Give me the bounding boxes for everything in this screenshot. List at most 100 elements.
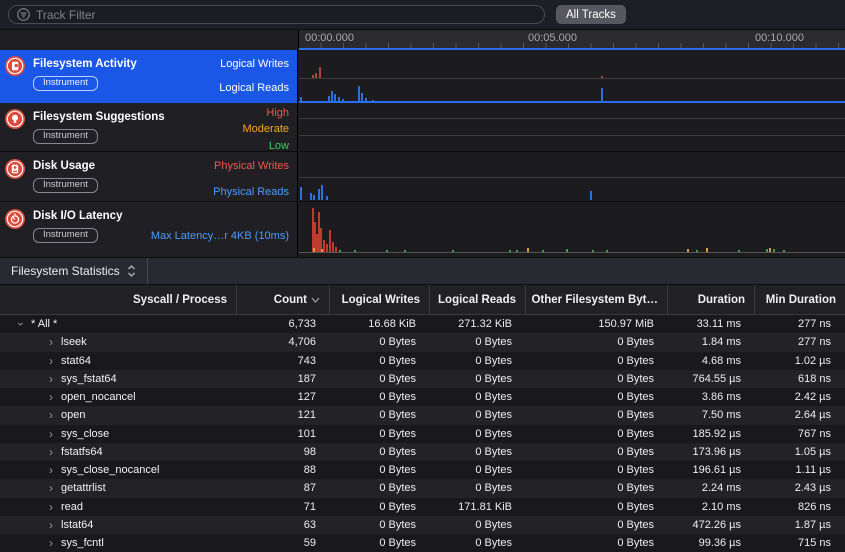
- syscall-cell: sys_fstat64: [0, 373, 237, 385]
- value-cell: 0 Bytes: [430, 336, 526, 348]
- value-cell: 187: [237, 373, 330, 385]
- chart-bar: [319, 67, 321, 78]
- table-row[interactable]: read710 Bytes171.81 KiB0 Bytes2.10 ms826…: [0, 498, 845, 516]
- table-row[interactable]: sys_close_nocancel880 Bytes0 Bytes0 Byte…: [0, 461, 845, 479]
- chart-bar: [404, 250, 406, 252]
- disclosure-collapsed-icon[interactable]: [46, 428, 56, 440]
- value-cell: 1.11 µs: [755, 464, 845, 476]
- table-row[interactable]: stat647430 Bytes0 Bytes0 Bytes4.68 ms1.0…: [0, 352, 845, 370]
- table-row[interactable]: fstatfs64980 Bytes0 Bytes0 Bytes173.96 µ…: [0, 443, 845, 461]
- disclosure-collapsed-icon[interactable]: [46, 519, 56, 531]
- table-row[interactable]: lseek4,7060 Bytes0 Bytes0 Bytes1.84 ms27…: [0, 333, 845, 351]
- syscall-name: * All *: [31, 318, 57, 330]
- value-cell: 0 Bytes: [330, 428, 430, 440]
- chart-bar: [601, 76, 603, 78]
- instrument-badge: Instrument: [33, 178, 98, 193]
- disclosure-collapsed-icon[interactable]: [46, 355, 56, 367]
- track-disk-usage[interactable]: Disk Usage Instrument Physical Writes Ph…: [0, 152, 845, 202]
- disk-io-latency-chart[interactable]: [299, 202, 845, 258]
- chart-bar: [601, 88, 603, 102]
- up-down-chevron-icon: [127, 265, 136, 277]
- syscall-cell: fstatfs64: [0, 446, 237, 458]
- disclosure-collapsed-icon[interactable]: [46, 482, 56, 494]
- chart-bar: [590, 191, 592, 200]
- chart-bar: [687, 249, 689, 252]
- instruments-window: Track Filter All Tracks 00:00.000 00:05.…: [0, 0, 845, 552]
- column-header-logical-reads[interactable]: Logical Reads: [430, 285, 526, 314]
- value-cell: 88: [237, 464, 330, 476]
- disclosure-collapsed-icon[interactable]: [46, 409, 56, 421]
- table-row[interactable]: sys_fstat641870 Bytes0 Bytes0 Bytes764.5…: [0, 370, 845, 388]
- table-row[interactable]: sys_fcntl590 Bytes0 Bytes0 Bytes99.36 µs…: [0, 534, 845, 552]
- column-header-syscall-process[interactable]: Syscall / Process: [0, 285, 237, 314]
- value-cell: 0 Bytes: [526, 446, 668, 458]
- value-cell: 4.68 ms: [668, 355, 755, 367]
- chart-bar: [335, 247, 337, 252]
- disclosure-collapsed-icon[interactable]: [46, 336, 56, 348]
- syscall-name: lseek: [61, 336, 87, 348]
- table-row[interactable]: lstat64630 Bytes0 Bytes0 Bytes472.26 µs1…: [0, 516, 845, 534]
- chart-bar: [372, 100, 374, 102]
- disclosure-collapsed-icon[interactable]: [46, 464, 56, 476]
- statistics-selector[interactable]: Filesystem Statistics: [0, 258, 148, 284]
- value-cell: 59: [237, 537, 330, 549]
- value-cell: 618 ns: [755, 373, 845, 385]
- table-row[interactable]: open_nocancel1270 Bytes0 Bytes0 Bytes3.8…: [0, 388, 845, 406]
- disclosure-collapsed-icon[interactable]: [46, 446, 56, 458]
- chart-bar: [738, 250, 740, 252]
- disk-usage-chart[interactable]: [299, 152, 845, 202]
- disclosure-collapsed-icon[interactable]: [46, 373, 56, 385]
- column-header-duration[interactable]: Duration: [668, 285, 755, 314]
- chart-bar: [321, 249, 323, 252]
- value-cell: 99.36 µs: [668, 537, 755, 549]
- legend-logical-reads: Logical Reads: [219, 82, 289, 94]
- value-cell: 0 Bytes: [526, 428, 668, 440]
- filesystem-suggestions-chart[interactable]: [299, 103, 845, 152]
- detail-pane-toolbar: Filesystem Statistics: [0, 258, 845, 285]
- table-row[interactable]: * All *6,73316.68 KiB271.32 KiB150.97 Mi…: [0, 315, 845, 333]
- track-header[interactable]: Disk I/O Latency Instrument Max Latency……: [0, 202, 298, 258]
- filesystem-activity-chart[interactable]: [299, 50, 845, 103]
- disclosure-expanded-icon[interactable]: [15, 319, 27, 329]
- value-cell: 767 ns: [755, 428, 845, 440]
- syscall-cell: * All *: [0, 318, 237, 330]
- column-header-other-filesystem-bytes[interactable]: Other Filesystem Byt…: [526, 285, 668, 314]
- chart-bar: [332, 242, 334, 252]
- track-filesystem-activity[interactable]: Filesystem Activity Instrument Logical W…: [0, 50, 845, 103]
- disclosure-collapsed-icon[interactable]: [46, 537, 56, 549]
- value-cell: 185.92 µs: [668, 428, 755, 440]
- value-cell: 0 Bytes: [430, 482, 526, 494]
- value-cell: 0 Bytes: [526, 336, 668, 348]
- value-cell: 0 Bytes: [526, 355, 668, 367]
- chart-bar: [766, 249, 768, 252]
- track-filesystem-suggestions[interactable]: Filesystem Suggestions Instrument High M…: [0, 103, 845, 152]
- legend-low: Low: [269, 140, 289, 152]
- disclosure-collapsed-icon[interactable]: [46, 391, 56, 403]
- table-row[interactable]: getattrlist870 Bytes0 Bytes0 Bytes2.24 m…: [0, 479, 845, 497]
- time-ruler[interactable]: 00:00.000 00:05.000 00:10.000: [299, 30, 845, 48]
- track-disk-io-latency[interactable]: Disk I/O Latency Instrument Max Latency……: [0, 202, 845, 258]
- all-tracks-button[interactable]: All Tracks: [556, 5, 626, 24]
- table-row[interactable]: sys_close1010 Bytes0 Bytes0 Bytes185.92 …: [0, 425, 845, 443]
- value-cell: 2.42 µs: [755, 391, 845, 403]
- chart-bar: [606, 250, 608, 252]
- table-row[interactable]: open1210 Bytes0 Bytes0 Bytes7.50 ms2.64 …: [0, 406, 845, 424]
- chart-bar: [334, 94, 336, 102]
- chart-bar: [516, 250, 518, 252]
- track-header[interactable]: Filesystem Activity Instrument Logical W…: [0, 50, 298, 103]
- disclosure-collapsed-icon[interactable]: [46, 501, 56, 513]
- chart-bar: [566, 249, 568, 252]
- value-cell: 826 ns: [755, 501, 845, 513]
- track-header[interactable]: Disk Usage Instrument Physical Writes Ph…: [0, 152, 298, 202]
- lane-divider: [299, 118, 845, 119]
- value-cell: 271.32 KiB: [430, 318, 526, 330]
- track-header[interactable]: Filesystem Suggestions Instrument High M…: [0, 103, 298, 152]
- track-filter-input[interactable]: Track Filter: [8, 5, 545, 24]
- value-cell: 0 Bytes: [430, 537, 526, 549]
- value-cell: 2.64 µs: [755, 409, 845, 421]
- syscall-name: fstatfs64: [61, 446, 103, 458]
- track-title: Filesystem Suggestions: [33, 111, 165, 123]
- column-header-min-duration[interactable]: Min Duration: [755, 285, 845, 314]
- column-header-logical-writes[interactable]: Logical Writes: [330, 285, 430, 314]
- column-header-count[interactable]: Count: [237, 285, 330, 314]
